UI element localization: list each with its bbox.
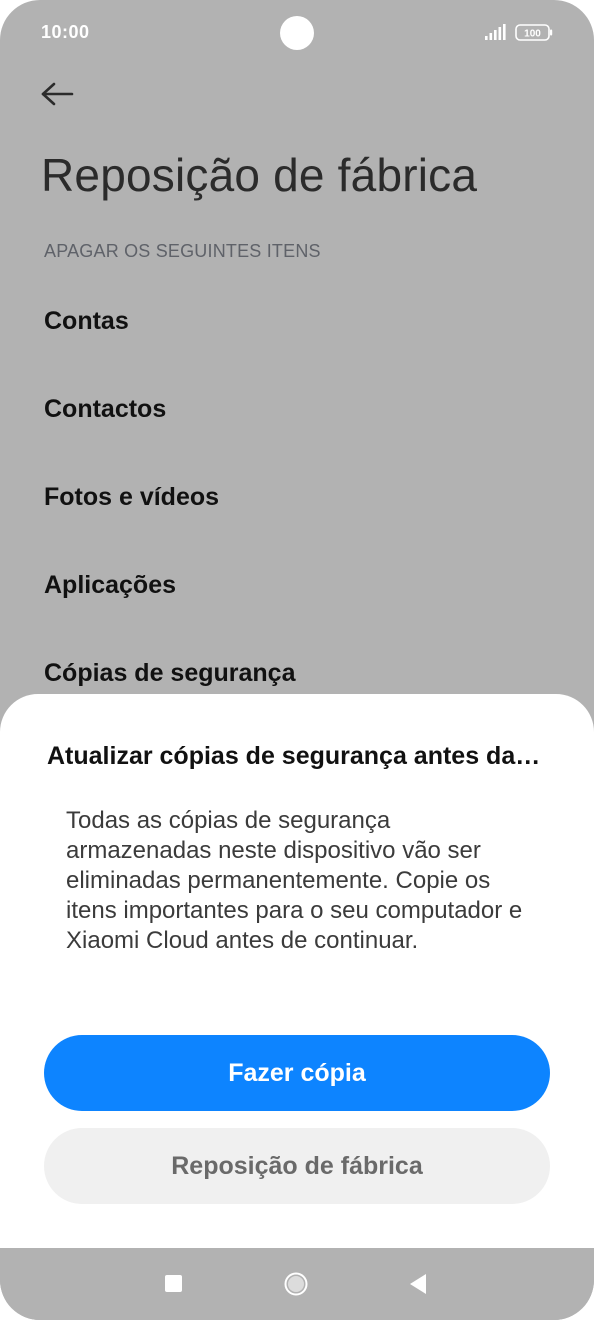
- recents-icon[interactable]: [165, 1275, 182, 1292]
- factory-reset-button[interactable]: Reposição de fábrica: [44, 1128, 550, 1204]
- erase-item-photos-videos: Fotos e vídeos: [44, 483, 220, 511]
- erase-item-backups: Cópias de segurança: [44, 659, 296, 687]
- signal-icon: [485, 24, 506, 40]
- page-title: Reposição de fábrica: [41, 149, 478, 201]
- back-icon[interactable]: [408, 1273, 428, 1295]
- backup-dialog: Atualizar cópias de segurança antes da… …: [0, 694, 594, 1248]
- back-arrow-icon: [41, 82, 74, 106]
- erase-item-applications: Aplicações: [44, 571, 177, 599]
- dialog-message: Todas as cópias de segurança armazenadas…: [66, 807, 523, 954]
- camera-cutout: [280, 16, 314, 50]
- status-time: 10:00: [41, 22, 90, 42]
- make-backup-button[interactable]: Fazer cópia: [44, 1035, 550, 1111]
- erase-item-accounts: Contas: [44, 307, 129, 335]
- erase-item-contacts: Contactos: [44, 395, 167, 423]
- status-bar: 10:00 100: [0, 0, 594, 66]
- home-icon[interactable]: [284, 1272, 308, 1296]
- phone-screen: 10:00 100 Reposição de fábrica APAGAR OS…: [0, 0, 594, 1320]
- back-button[interactable]: [40, 74, 88, 114]
- navigation-bar: [0, 1248, 594, 1320]
- section-header: APAGAR OS SEGUINTES ITENS: [44, 241, 321, 261]
- battery-icon: 100: [515, 24, 553, 41]
- dialog-title: Atualizar cópias de segurança antes da…: [47, 742, 541, 770]
- battery-level: 100: [524, 29, 541, 40]
